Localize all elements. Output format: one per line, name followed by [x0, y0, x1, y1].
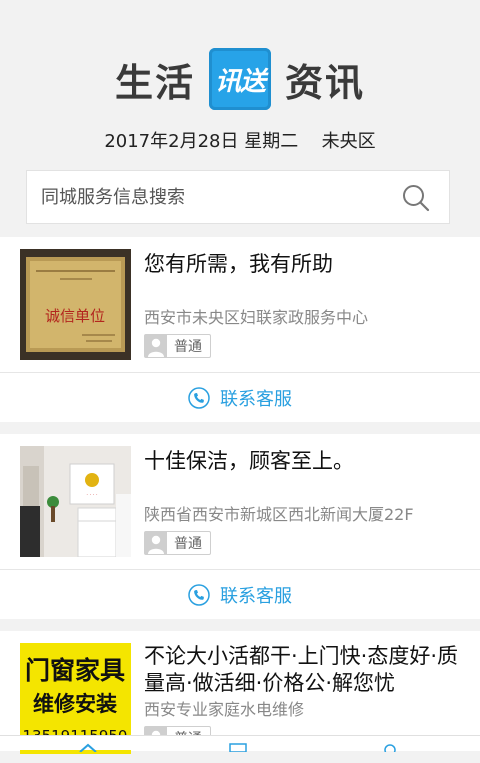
phone-icon: [188, 583, 210, 606]
listing-card[interactable]: 门窗家具 维修安装 13519115950 不论大小活都干·上门快·态度好·质量…: [0, 631, 480, 754]
app-logo: 生活 讯送 资讯: [0, 48, 480, 110]
office-reception-image: · · · ·: [20, 446, 131, 557]
profile-tab-icon[interactable]: [380, 742, 400, 752]
search-icon[interactable]: [401, 183, 431, 213]
listing-title: 十佳保洁，顾客至上。: [144, 449, 354, 473]
logo-text-left: 生活: [114, 60, 195, 105]
user-avatar-icon: [145, 335, 167, 357]
plaque-text: 诚信单位: [45, 307, 105, 325]
date-text: 2017年2月28日 星期二: [104, 131, 299, 152]
home-tab-icon[interactable]: [78, 742, 98, 752]
certificate-plaque-image: 诚信单位: [20, 249, 131, 360]
page-header: 生活 讯送 资讯 2017年2月28日 星期二 未央区: [0, 0, 480, 224]
contact-support-label: 联系客服: [220, 585, 292, 607]
logo-text-right: 资讯: [285, 60, 366, 105]
contact-support-button[interactable]: 联系客服: [0, 570, 480, 619]
badge-label: 普通: [174, 339, 202, 355]
listing-level-badge: 普通: [144, 531, 211, 555]
badge-label: 普通: [174, 536, 202, 552]
listing-title: 您有所需，我有所助: [144, 252, 333, 276]
bottom-tab-bar[interactable]: [0, 735, 480, 752]
listing-card-body[interactable]: 门窗家具 维修安装 13519115950 不论大小活都干·上门快·态度好·质量…: [0, 631, 480, 754]
user-avatar-icon: [145, 532, 167, 554]
listing-thumbnail[interactable]: 诚信单位: [20, 249, 131, 360]
date-line: 2017年2月28日 星期二 未央区: [0, 127, 480, 153]
listing-thumbnail[interactable]: · · · ·: [20, 446, 131, 557]
search-input[interactable]: [41, 186, 381, 208]
center-tab-icon[interactable]: [228, 742, 248, 752]
listing-title: 不论大小活都干·上门快·态度好·质量高·做活细·价格公·解您忧: [144, 644, 459, 695]
search-bar[interactable]: [26, 170, 450, 224]
contact-support-label: 联系客服: [220, 388, 292, 410]
listing-subtitle: 陕西省西安市新城区西北新闻大厦22F: [144, 505, 414, 524]
listing-card[interactable]: · · · · 十佳保洁，顾客至上。 陕西省西安市新城区西北新闻大厦22F 普通…: [0, 434, 480, 619]
listing-subtitle: 西安专业家庭水电维修: [144, 700, 305, 719]
listing-level-badge: 普通: [144, 334, 211, 358]
ad-line-2: 维修安装: [33, 692, 117, 716]
listing-list: 诚信单位 您有所需，我有所助 西安市未央区妇联家政服务中心 普通 联系客服 · …: [0, 237, 480, 763]
svg-text:· · · ·: · · · ·: [86, 492, 98, 498]
district-text: 未央区: [321, 131, 376, 152]
listing-card[interactable]: 诚信单位 您有所需，我有所助 西安市未央区妇联家政服务中心 普通 联系客服: [0, 237, 480, 422]
listing-card-body[interactable]: · · · · 十佳保洁，顾客至上。 陕西省西安市新城区西北新闻大厦22F 普通: [0, 434, 480, 570]
logo-badge-icon: 讯送: [209, 48, 271, 110]
phone-icon: [188, 386, 210, 409]
contact-support-button[interactable]: 联系客服: [0, 373, 480, 422]
listing-subtitle: 西安市未央区妇联家政服务中心: [144, 308, 369, 327]
listing-card-body[interactable]: 诚信单位 您有所需，我有所助 西安市未央区妇联家政服务中心 普通: [0, 237, 480, 373]
ad-line-1: 门窗家具: [25, 656, 125, 685]
